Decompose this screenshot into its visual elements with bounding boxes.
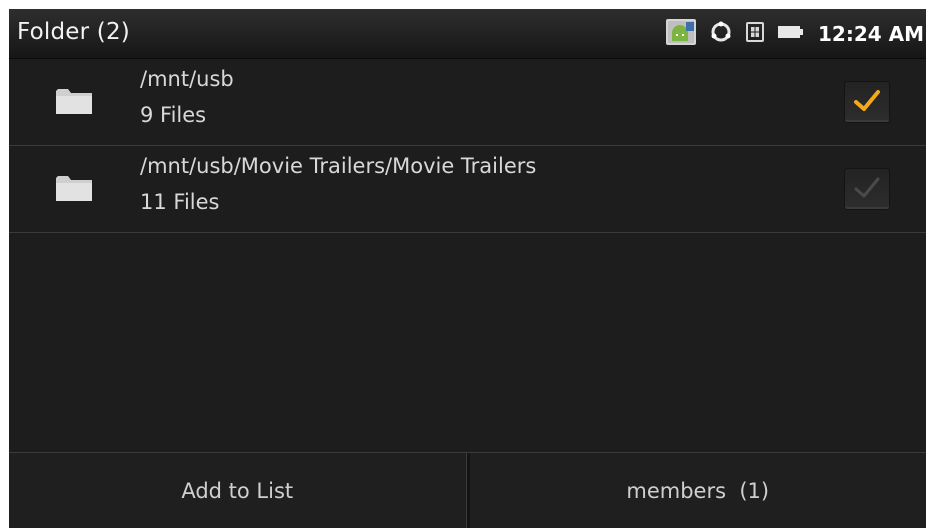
folder-icon: [55, 87, 93, 119]
bottom-action-bar: Add to List members (1): [9, 452, 926, 528]
checkmark-icon: [854, 177, 880, 198]
list-item[interactable]: /mnt/usb 9 Files: [9, 59, 926, 146]
folder-path: /mnt/usb: [140, 67, 234, 91]
folder-path: /mnt/usb/Movie Trailers/Movie Trailers: [140, 154, 537, 178]
android-notification-icon: [665, 18, 696, 49]
battery-icon: [777, 24, 804, 43]
sim-card-icon: [745, 21, 764, 46]
app-screen: Folder (2) 12:24 AM /mnt/usb 9 Files /mn…: [9, 9, 926, 528]
checkmark-icon: [854, 90, 880, 111]
folder-checkbox[interactable]: [844, 168, 890, 210]
status-bar: 12:24 AM: [665, 9, 926, 58]
title-bar: Folder (2) 12:24 AM: [9, 9, 926, 59]
members-button[interactable]: members (1): [469, 453, 926, 528]
folder-icon: [55, 174, 93, 206]
list-item[interactable]: /mnt/usb/Movie Trailers/Movie Trailers 1…: [9, 146, 926, 233]
folder-list: /mnt/usb 9 Files /mnt/usb/Movie Trailers…: [9, 59, 926, 233]
clock: 12:24 AM: [817, 21, 924, 46]
page-title: Folder (2): [17, 19, 130, 45]
file-count: 9 Files: [140, 103, 207, 127]
sync-icon: [710, 21, 732, 47]
file-count: 11 Files: [140, 190, 220, 214]
add-to-list-button[interactable]: Add to List: [9, 453, 466, 528]
folder-checkbox[interactable]: [844, 81, 890, 123]
